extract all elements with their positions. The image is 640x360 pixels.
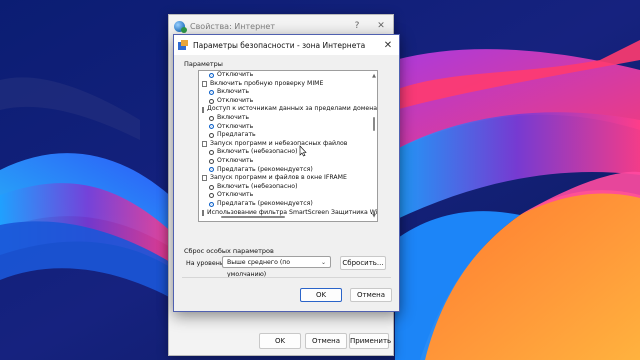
internet-properties-footer: OK Отмена Применить: [169, 333, 393, 351]
reset-level-label: На уровень:: [186, 260, 226, 267]
scroll-down-icon[interactable]: ▼: [372, 213, 376, 219]
close-icon[interactable]: ✕: [369, 21, 393, 31]
reset-level-value: Выше среднего (по умолчанию): [227, 259, 291, 278]
security-settings-icon: [178, 40, 188, 50]
settings-item-label: Отключить: [217, 96, 254, 104]
radio-unselected-icon[interactable]: [209, 158, 214, 164]
radio-unselected-icon[interactable]: [209, 98, 214, 104]
reset-level-select[interactable]: Выше среднего (по умолчанию) ⌄: [222, 256, 331, 278]
document-icon: [202, 175, 207, 182]
help-button[interactable]: ?: [345, 21, 369, 31]
radio-selected-icon[interactable]: [209, 89, 214, 95]
vertical-scrollbar[interactable]: ▲ ▼: [372, 73, 376, 219]
settings-item-label: Включить пробную проверку MIME: [210, 79, 324, 87]
settings-radio-option[interactable]: Отключить: [201, 157, 371, 166]
ok-button[interactable]: OK: [300, 288, 342, 302]
settings-group-header: Включить пробную проверку MIME: [201, 80, 371, 89]
settings-item-label: Включить (небезопасно): [217, 148, 298, 156]
settings-group-header: Доступ к источникам данных за пределами …: [201, 105, 377, 114]
security-settings-titlebar[interactable]: Параметры безопасности - зона Интернета …: [174, 35, 399, 55]
reset-button[interactable]: Сбросить...: [340, 256, 386, 270]
internet-globe-icon: [174, 20, 187, 33]
settings-item-label: Предлагать (рекомендуется): [217, 165, 313, 173]
settings-item-label: Отключить: [217, 71, 254, 78]
settings-item-label: Отключить: [217, 156, 254, 164]
chevron-down-icon: ⌄: [320, 259, 326, 266]
reset-section-label: Сброс особых параметров: [184, 247, 274, 255]
settings-group-header: Запуск программ и файлов в окне IFRAME: [201, 174, 371, 183]
settings-item-label: Предлагать (рекомендуется): [217, 199, 313, 207]
settings-item-label: Включить: [217, 88, 250, 96]
radio-unselected-icon[interactable]: [209, 193, 214, 199]
scroll-up-icon[interactable]: ▲: [372, 73, 376, 79]
settings-radio-option[interactable]: Включить (небезопасно): [201, 183, 371, 192]
radio-unselected-icon[interactable]: [209, 132, 214, 138]
settings-radio-option[interactable]: Отключить: [201, 97, 371, 106]
settings-radio-option[interactable]: Отключить: [201, 191, 371, 200]
close-icon[interactable]: ✕: [377, 40, 399, 51]
settings-item-label: Предлагать: [217, 131, 256, 139]
settings-item-label: Запуск программ и файлов в окне IFRAME: [210, 174, 347, 182]
radio-selected-icon[interactable]: [209, 167, 214, 173]
settings-radio-option[interactable]: Включить: [201, 88, 371, 97]
document-icon: [202, 106, 204, 113]
settings-tree-list[interactable]: Отключить Включить пробную проверку MIME В…: [198, 70, 378, 222]
settings-item-label: Отключить: [217, 191, 254, 199]
settings-radio-option[interactable]: Предлагать (рекомендуется): [201, 166, 371, 175]
internet-properties-title: Свойства: Интернет: [190, 21, 275, 31]
settings-tree-items: Отключить Включить пробную проверку MIME В…: [201, 71, 377, 217]
vertical-scroll-thumb[interactable]: [373, 117, 375, 131]
settings-group-label: Параметры: [184, 60, 223, 68]
settings-radio-option[interactable]: Отключить: [201, 123, 371, 132]
settings-item-label: Включить: [217, 113, 250, 121]
cancel-button[interactable]: Отмена: [350, 288, 392, 302]
document-icon: [202, 80, 207, 87]
radio-unselected-icon[interactable]: [209, 150, 214, 156]
horizontal-scroll-thumb[interactable]: [221, 216, 285, 218]
settings-item-label: Включить (небезопасно): [217, 182, 298, 190]
mouse-cursor-icon: [299, 145, 307, 157]
back-apply-button[interactable]: Применить: [349, 333, 391, 349]
horizontal-scrollbar[interactable]: [201, 215, 371, 220]
settings-radio-option[interactable]: Отключить: [201, 71, 371, 80]
settings-radio-option[interactable]: Включить: [201, 114, 371, 123]
security-settings-title: Параметры безопасности - зона Интернета: [193, 40, 366, 50]
radio-selected-icon[interactable]: [209, 72, 214, 78]
settings-radio-option[interactable]: Включить (небезопасно): [201, 148, 371, 157]
security-settings-dialog: Параметры безопасности - зона Интернета …: [173, 34, 400, 312]
back-cancel-button[interactable]: Отмена: [305, 333, 347, 349]
back-ok-button[interactable]: OK: [259, 333, 301, 349]
divider: [182, 277, 391, 278]
settings-item-label: Отключить: [217, 122, 254, 130]
radio-selected-icon[interactable]: [209, 124, 214, 130]
settings-item-label: Доступ к источникам данных за пределами …: [207, 105, 378, 113]
settings-radio-option[interactable]: Предлагать: [201, 131, 371, 140]
document-icon: [202, 141, 207, 148]
radio-unselected-icon[interactable]: [209, 115, 214, 121]
radio-unselected-icon[interactable]: [209, 184, 214, 190]
settings-radio-option[interactable]: Предлагать (рекомендуется): [201, 200, 371, 209]
radio-selected-icon[interactable]: [209, 201, 214, 207]
